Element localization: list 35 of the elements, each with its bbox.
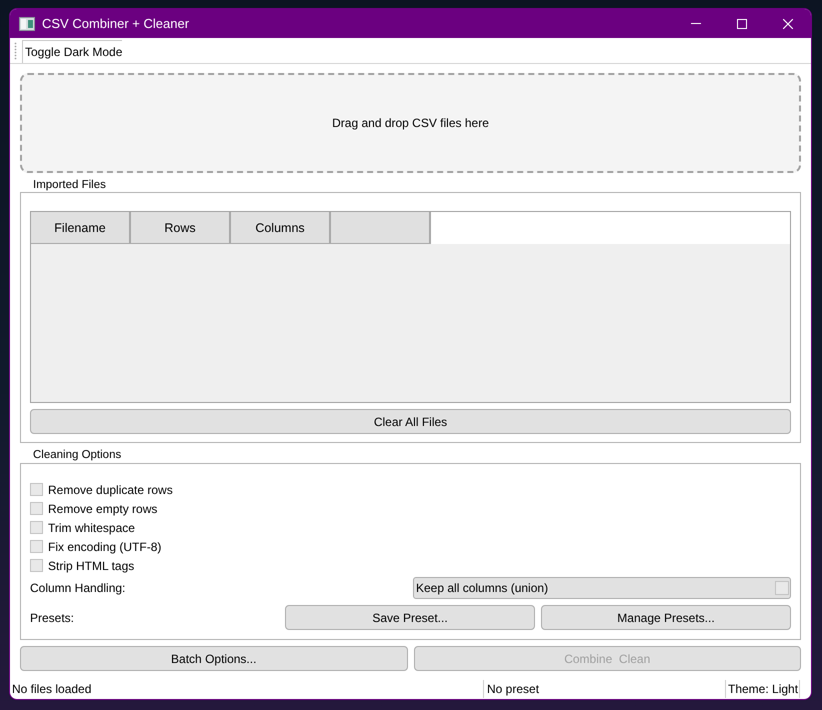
column-handling-label: Column Handling: [30, 581, 126, 595]
checkbox[interactable] [30, 502, 43, 515]
status-text: No files loaded [12, 682, 92, 696]
column-header[interactable]: Columns [231, 212, 331, 244]
square-icon [775, 581, 789, 595]
checkbox-label[interactable]: Fix encoding (UTF-8) [48, 540, 162, 554]
checkbox-label[interactable]: Strip HTML tags [48, 558, 134, 572]
action-button[interactable]: Batch Options... [20, 646, 408, 671]
column-header[interactable]: Rows [131, 212, 231, 244]
column-header[interactable]: Filename [31, 212, 131, 244]
clear-all-files-button[interactable]: Clear All Files [30, 409, 791, 434]
maximize-icon [737, 18, 747, 28]
status-text: No preset [487, 682, 540, 696]
toolbar-grip-icon[interactable] [14, 42, 17, 60]
toggle-dark-mode-button[interactable]: Toggle Dark Mode [22, 40, 122, 63]
checkbox[interactable] [30, 559, 43, 572]
window-title: CSV Combiner + Cleaner [42, 16, 190, 31]
checkbox-label[interactable]: Remove empty rows [48, 502, 158, 516]
column-handling-dropdown[interactable]: Keep all columns (union) [413, 577, 791, 599]
column-header[interactable] [331, 212, 431, 244]
minimize-icon [691, 23, 701, 24]
checkbox-label[interactable]: Trim whitespace [48, 520, 135, 534]
close-icon [783, 18, 793, 28]
checkbox-label[interactable]: Remove duplicate rows [48, 482, 173, 496]
checkbox[interactable] [30, 521, 43, 534]
preset-button[interactable]: Save Preset... [285, 605, 535, 630]
status-text: Theme: Light [728, 682, 798, 696]
checkbox[interactable] [30, 540, 43, 553]
presets-label: Presets: [30, 610, 76, 624]
app-icon [19, 16, 35, 30]
preset-button[interactable]: Manage Presets... [541, 605, 791, 630]
group-title: Imported Files [33, 179, 106, 192]
drop-zone[interactable]: Drag and drop CSV files here [20, 73, 801, 173]
checkbox[interactable] [30, 483, 43, 496]
group-title: Cleaning Options [33, 449, 122, 462]
